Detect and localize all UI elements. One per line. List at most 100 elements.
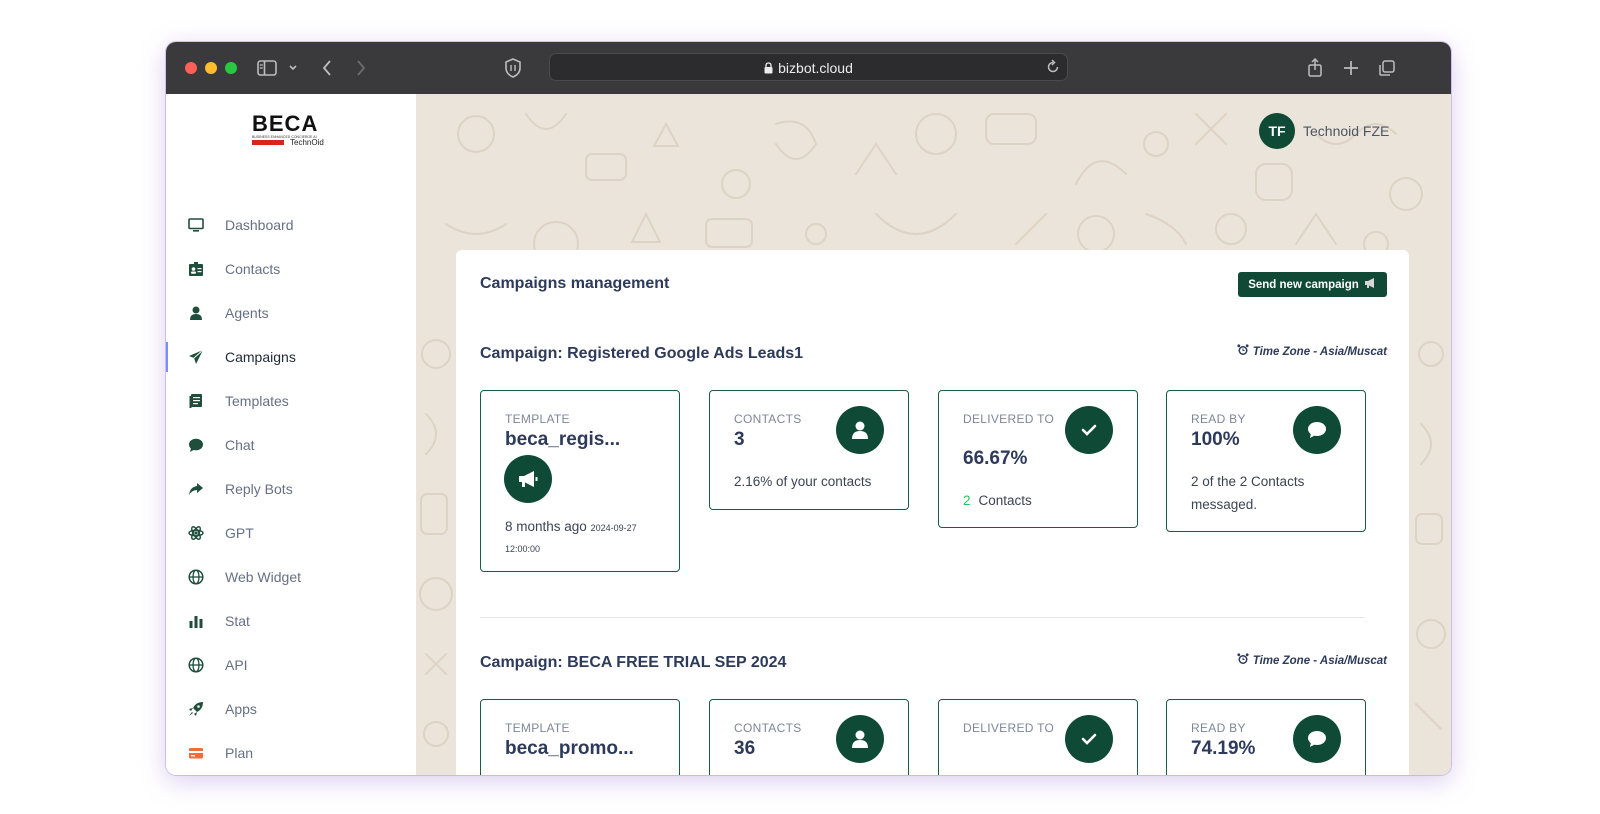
logo-red-bar xyxy=(252,140,284,145)
delivered-value: 66.67% xyxy=(963,448,1028,469)
stat-caption: DELIVERED TO xyxy=(963,412,1055,426)
sidebar-item-label: Chat xyxy=(225,437,255,453)
sidebar-item-dashboard[interactable]: Dashboard xyxy=(166,202,416,246)
sidebar-nav: Dashboard Contacts Agents Campaigns Temp… xyxy=(166,202,416,774)
timezone-text: Time Zone - Asia/Muscat xyxy=(1252,345,1387,358)
user-icon xyxy=(188,305,204,321)
forward-icon[interactable] xyxy=(353,56,369,80)
reload-icon[interactable] xyxy=(1045,58,1061,81)
sidebar-item-api[interactable]: API xyxy=(166,642,416,686)
template-stat-card[interactable]: TEMPLATE beca_promo... xyxy=(480,699,680,775)
atom-icon xyxy=(188,525,204,541)
read-stat-card[interactable]: READ BY 74.19% xyxy=(1166,699,1366,775)
avatar[interactable]: TF xyxy=(1259,113,1295,149)
sidebar-item-label: Campaigns xyxy=(225,349,296,365)
sidebar-item-label: API xyxy=(225,657,248,673)
paper-plane-icon xyxy=(188,349,204,365)
privacy-shield-icon[interactable] xyxy=(503,56,523,80)
timezone-text: Time Zone - Asia/Muscat xyxy=(1252,654,1387,667)
sidebar-item-contacts[interactable]: Contacts xyxy=(166,246,416,290)
time-ago: 8 months ago xyxy=(505,519,587,534)
lock-icon xyxy=(764,61,773,77)
sidebar-item-label: GPT xyxy=(225,525,254,541)
template-stat-card[interactable]: TEMPLATE beca_regis... 8 months ago 2024… xyxy=(480,390,680,572)
read-summary: 2 of the 2 Contacts messaged. xyxy=(1191,474,1305,512)
timezone-label: Time Zone - Asia/Muscat xyxy=(1237,653,1387,668)
credit-card-icon xyxy=(188,745,204,761)
beca-logo[interactable]: BECA BUSINESS ENHANCED CONCIERGE AI Tech… xyxy=(252,111,330,149)
contacts-stat-card[interactable]: CONTACTS 3 2.16% of your contacts xyxy=(709,390,909,510)
timezone-label: Time Zone - Asia/Muscat xyxy=(1237,344,1387,359)
sidebar-item-gpt[interactable]: GPT xyxy=(166,510,416,554)
zoom-window-button[interactable] xyxy=(225,62,237,74)
close-window-button[interactable] xyxy=(185,62,197,74)
rocket-icon xyxy=(188,701,204,717)
sidebar-item-label: Agents xyxy=(225,305,269,321)
user-profile[interactable]: TF Technoid FZE xyxy=(1259,113,1389,149)
stat-caption: TEMPLATE xyxy=(505,412,570,426)
user-icon xyxy=(836,715,884,763)
new-tab-plus-icon[interactable] xyxy=(1342,56,1360,80)
stat-caption: DELIVERED TO xyxy=(963,721,1055,735)
campaign-divider xyxy=(480,617,1365,618)
send-new-campaign-button[interactable]: Send new campaign xyxy=(1238,272,1387,297)
user-name[interactable]: Technoid FZE xyxy=(1303,123,1389,139)
sidebar-item-label: Dashboard xyxy=(225,217,294,233)
browser-toolbar: bizbot.cloud xyxy=(166,42,1451,94)
sidebar-item-label: Stat xyxy=(225,613,250,629)
megaphone-icon xyxy=(1364,277,1377,292)
stat-caption: CONTACTS xyxy=(734,721,802,735)
alarm-clock-icon xyxy=(1237,653,1249,668)
address-bar[interactable]: bizbot.cloud xyxy=(549,53,1068,81)
sidebar-item-chat[interactable]: Chat xyxy=(166,422,416,466)
delivered-stat-card[interactable]: DELIVERED TO xyxy=(938,699,1138,775)
bar-chart-icon xyxy=(188,613,204,629)
sidebar-item-label: Templates xyxy=(225,393,289,409)
template-sent-time: 8 months ago 2024-09-27 12:00:00 xyxy=(505,517,637,559)
campaign-title: Campaign: Registered Google Ads Leads1 xyxy=(480,345,804,362)
page-canvas: bizbot.cloud BECA BUSINESS ENHANCED CONC… xyxy=(0,0,1600,814)
sidebar-item-label: Reply Bots xyxy=(225,481,293,497)
stat-caption: READ BY xyxy=(1191,412,1246,426)
megaphone-icon xyxy=(504,455,552,503)
share-icon[interactable] xyxy=(1306,56,1324,80)
read-value: 74.19% xyxy=(1191,738,1256,759)
timestamp-date: 2024-09-27 xyxy=(590,523,637,533)
sidebar-item-apps[interactable]: Apps xyxy=(166,686,416,730)
sidebar-item-campaigns[interactable]: Campaigns xyxy=(166,334,416,378)
chat-bubble-icon xyxy=(188,437,204,453)
alarm-clock-icon xyxy=(1237,344,1249,359)
sidebar-item-web-widget[interactable]: Web Widget xyxy=(166,554,416,598)
sidebar-item-agents[interactable]: Agents xyxy=(166,290,416,334)
read-value: 100% xyxy=(1191,429,1240,450)
sidebar-item-label: Contacts xyxy=(225,261,281,277)
chat-bubble-icon xyxy=(1293,406,1341,454)
checkmark-icon xyxy=(1065,406,1113,454)
back-icon[interactable] xyxy=(319,56,335,80)
sidebar-item-reply-bots[interactable]: Reply Bots xyxy=(166,466,416,510)
sidebar-item-stat[interactable]: Stat xyxy=(166,598,416,642)
chevron-down-icon[interactable] xyxy=(287,56,299,80)
campaigns-card: Campaigns management Send new campaign C… xyxy=(456,250,1409,775)
contacts-stat-card[interactable]: CONTACTS 36 xyxy=(709,699,909,775)
sidebar: BECA BUSINESS ENHANCED CONCIERGE AI Tech… xyxy=(166,94,416,775)
delivered-count: 2 xyxy=(963,493,971,508)
globe-icon xyxy=(188,569,204,585)
checkmark-icon xyxy=(1065,715,1113,763)
read-stat-card[interactable]: READ BY 100% 2 of the 2 Contacts message… xyxy=(1166,390,1366,532)
id-card-icon xyxy=(188,261,204,277)
template-name: beca_promo... xyxy=(505,738,634,759)
tab-overview-icon[interactable] xyxy=(1377,56,1397,80)
template-name: beca_regis... xyxy=(505,429,621,450)
delivered-stat-card[interactable]: DELIVERED TO 66.67% 2 Contacts xyxy=(938,390,1138,528)
document-icon xyxy=(188,393,204,409)
sidebar-item-plan[interactable]: Plan xyxy=(166,730,416,774)
stat-caption: READ BY xyxy=(1191,721,1246,735)
sidebar-item-label: Web Widget xyxy=(225,569,301,585)
monitor-icon xyxy=(188,217,204,233)
sidebar-toggle-icon[interactable] xyxy=(256,56,278,80)
stat-caption: CONTACTS xyxy=(734,412,802,426)
sidebar-item-templates[interactable]: Templates xyxy=(166,378,416,422)
minimize-window-button[interactable] xyxy=(205,62,217,74)
contacts-value: 3 xyxy=(734,429,745,450)
